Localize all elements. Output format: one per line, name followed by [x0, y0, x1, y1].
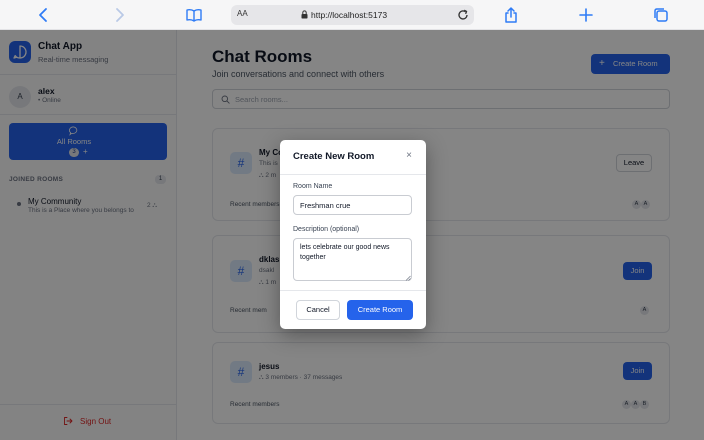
share-icon[interactable]: [501, 5, 521, 25]
room-name-label: Room Name: [293, 183, 333, 190]
chat-app: Chat App Real-time messaging A alex • On…: [0, 30, 704, 440]
resize-handle-icon[interactable]: [405, 275, 411, 281]
forward-icon[interactable]: [109, 5, 129, 25]
dialog-divider: [280, 174, 426, 175]
reload-icon[interactable]: [456, 8, 470, 22]
new-tab-icon[interactable]: [576, 5, 596, 25]
room-name-field[interactable]: [293, 195, 412, 215]
bookmarks-icon[interactable]: [184, 5, 204, 25]
dialog-title: Create New Room: [293, 151, 375, 162]
close-icon[interactable]: ×: [404, 151, 414, 161]
back-icon[interactable]: [34, 5, 54, 25]
cancel-button[interactable]: Cancel: [296, 300, 340, 320]
tabs-overview-icon[interactable]: [651, 5, 671, 25]
lock-icon: [301, 10, 308, 19]
dialog-divider: [280, 290, 426, 291]
create-room-dialog: Create New Room × Room Name Description …: [280, 140, 426, 329]
url-text: http://localhost:5173: [311, 10, 388, 20]
browser-toolbar: AA http://localhost:5173: [0, 0, 704, 30]
description-field[interactable]: lets celebrate our good news together: [293, 238, 412, 281]
address-bar[interactable]: AA http://localhost:5173: [231, 5, 474, 25]
description-label: Description (optional): [293, 226, 360, 233]
create-room-submit-button[interactable]: Create Room: [347, 300, 413, 320]
text-size-button[interactable]: AA: [237, 9, 248, 18]
